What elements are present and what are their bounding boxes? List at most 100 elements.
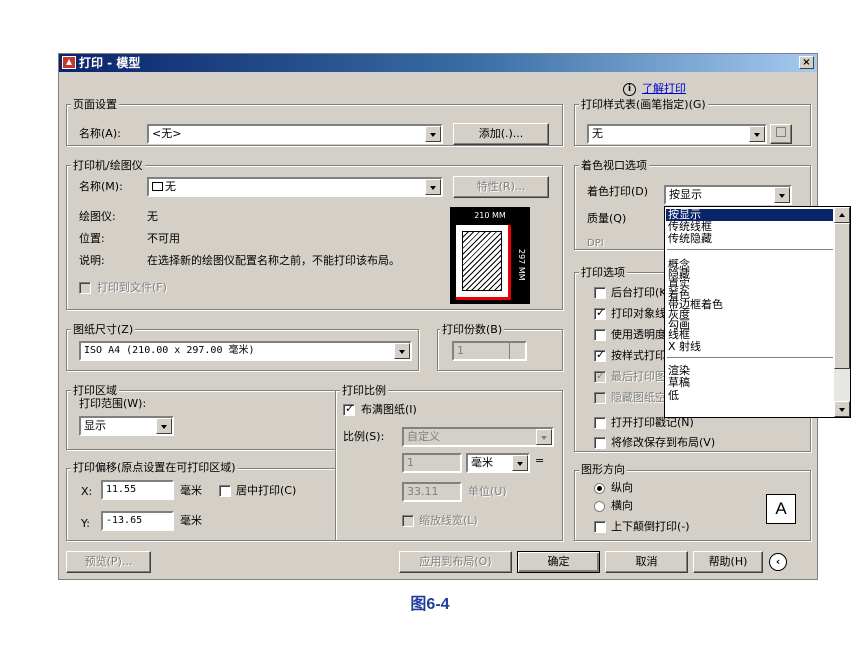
chevron-down-icon[interactable] [394,343,410,359]
list-item[interactable]: X 射线 [668,341,701,353]
plot-paperspace-last-checkbox[interactable]: ✓ [594,369,606,383]
scale-unit-label: 单位(U) [468,485,507,498]
shade-plot-select[interactable]: 按显示 [664,185,792,205]
checkmark-icon: ✓ [596,348,606,361]
plot-transparency-label: 使用透明度 [611,328,666,341]
page-setup-name-label: 名称(A): [79,127,121,140]
help-button[interactable]: 帮助(H) [693,551,763,573]
plotter-label: 绘图仪: [79,210,116,223]
save-to-layout-checkbox[interactable] [594,437,606,449]
center-plot-label: 居中打印(C) [236,484,297,497]
offset-y-input[interactable]: -13.65 [101,511,174,531]
chevron-down-icon[interactable] [512,455,528,471]
scroll-up-button[interactable] [834,207,850,223]
ok-button[interactable]: 确定 [517,551,600,573]
offset-y-label: Y: [81,517,90,530]
description-label: 说明: [79,254,105,267]
printer-name-select[interactable]: 无 [147,177,443,197]
list-item[interactable]: 低 [668,390,679,402]
printer-properties-button[interactable]: 特性(R)... [453,176,549,198]
plot-range-select[interactable]: 显示 [79,416,174,436]
offset-x-unit: 毫米 [180,484,202,497]
offset-y-unit: 毫米 [180,514,202,527]
chevron-down-icon[interactable] [536,429,552,445]
checkmark-icon: ✓ [596,369,606,382]
upside-down-checkbox[interactable] [594,521,606,533]
page-setup-name-select[interactable]: <无> [147,124,443,144]
scale-unit-select[interactable]: 毫米 [466,453,530,473]
close-button[interactable]: × [799,56,814,69]
portrait-label: 纵向 [611,481,633,494]
scroll-down-button[interactable] [834,401,850,417]
plot-lineweights-checkbox[interactable]: ✓ [594,306,606,320]
preview-button[interactable]: 预览(P)... [66,551,151,573]
scale-value2-input[interactable]: 33.11 [402,482,462,502]
shade-plot-dropdown-list[interactable]: 按显示 传统线框 传统隐藏 概念 隐藏 真实 着色 带边框着色 灰度 勾画 线框… [664,206,851,418]
background-plot-label: 后台打印(K) [611,286,671,299]
background-plot-checkbox[interactable] [594,287,606,299]
cancel-button[interactable]: 取消 [605,551,688,573]
hide-paperspace-checkbox[interactable] [594,392,606,404]
plot-with-styles-label: 按样式打印 [611,349,666,362]
autocad-app-icon [62,56,76,69]
plot-transparency-checkbox[interactable] [594,329,606,341]
portrait-radio[interactable] [594,483,605,494]
learn-print-link[interactable]: 了解打印 [642,82,686,96]
window-title: 打印 - 模型 [79,56,141,70]
offset-x-input[interactable]: 11.55 [101,480,174,500]
plot-lineweights-label: 打印对象线 [611,307,666,320]
list-separator [667,357,833,358]
print-to-file-checkbox[interactable] [79,282,91,294]
add-page-setup-button[interactable]: 添加(.)... [453,123,549,145]
plot-area-label: 打印区域 [71,384,119,397]
paper-size-select[interactable]: ISO A4 (210.00 x 297.00 毫米) [79,341,412,361]
paper-preview: 210 MM 297 MM [450,207,530,304]
center-plot-checkbox[interactable] [219,485,231,497]
location-label: 位置: [79,232,105,245]
copies-stepper[interactable]: 1 [452,341,527,361]
plot-with-styles-checkbox[interactable]: ✓ [594,348,606,362]
scale-value1-input[interactable]: 1 [402,453,462,473]
chevron-down-icon[interactable] [425,126,441,142]
checkmark-icon: ✓ [345,402,355,415]
scale-lineweights-checkbox[interactable] [402,515,414,527]
plotter-value: 无 [147,210,158,223]
title-bar[interactable]: 打印 - 模型 × [59,54,817,72]
offset-x-label: X: [81,485,93,498]
spin-buttons[interactable] [509,343,525,359]
chevron-down-icon[interactable] [749,126,765,142]
chevron-down-icon[interactable] [774,187,790,203]
orientation-page-icon: A [766,494,796,524]
plot-options-label: 打印选项 [579,266,627,279]
save-to-layout-label: 将修改保存到布局(V) [611,436,716,449]
scale-select[interactable]: 自定义 [402,427,554,447]
scroll-thumb[interactable] [834,223,850,369]
checkmark-icon: ✓ [596,306,606,319]
landscape-label: 横向 [611,499,633,512]
apply-to-layout-button[interactable]: 应用到布局(O) [399,551,512,573]
red-margin-bottom [456,297,508,300]
hide-paperspace-label: 隐藏图纸空 [611,391,666,404]
list-separator [667,249,833,250]
quality-label: 质量(Q) [587,212,627,225]
dropdown-scrollbar[interactable] [834,207,850,417]
plot-stamp-checkbox[interactable] [594,417,606,429]
chevron-down-icon [839,408,845,412]
chevron-down-icon[interactable] [425,179,441,195]
landscape-radio[interactable] [594,501,605,512]
list-item[interactable]: 草稿 [668,377,690,389]
chevron-down-icon[interactable] [156,418,172,434]
plot-style-label: 打印样式表(画笔指定)(G) [579,98,708,111]
page-setup-label: 页面设置 [71,98,119,111]
shade-plot-label: 着色打印(D) [587,185,649,198]
list-item[interactable]: 传统隐藏 [668,233,712,245]
print-to-file-label: 打印到文件(F) [97,281,167,294]
chevron-left-icon: ‹ [775,555,781,568]
fit-to-paper-checkbox[interactable]: ✓ [343,402,355,416]
info-icon: i [623,83,636,96]
scale-label: 比例(S): [343,430,385,443]
plot-style-select[interactable]: 无 [587,124,767,144]
collapse-options-button[interactable]: ‹ [769,553,787,571]
edit-style-button[interactable] [770,124,792,144]
height-dimension: 297 MM [517,249,526,281]
